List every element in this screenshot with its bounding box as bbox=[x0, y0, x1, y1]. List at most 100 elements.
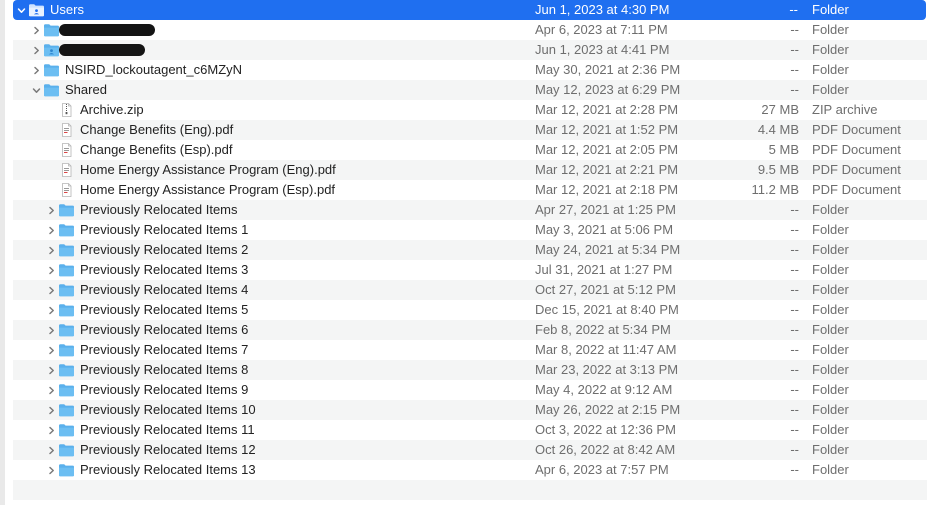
folder-icon bbox=[58, 323, 75, 337]
item-kind: Folder bbox=[812, 202, 849, 217]
item-name: Previously Relocated Items 2 bbox=[80, 242, 249, 257]
disclosure-closed-icon[interactable] bbox=[45, 440, 57, 460]
file-row[interactable]: Home Energy Assistance Program (Esp).pdf… bbox=[13, 180, 927, 200]
zip-file-icon bbox=[58, 103, 75, 117]
folder-row[interactable]: Previously Relocated Items 12 Oct 26, 202… bbox=[13, 440, 927, 460]
disclosure-closed-icon[interactable] bbox=[30, 40, 42, 60]
folder-row[interactable]: Jun 1, 2023 at 4:41 PM -- Folder bbox=[13, 40, 927, 60]
pdf-file-icon bbox=[58, 123, 75, 137]
item-size: -- bbox=[789, 2, 798, 17]
disclosure-closed-icon[interactable] bbox=[45, 340, 57, 360]
modified-date: Jun 1, 2023 at 4:30 PM bbox=[535, 2, 670, 17]
item-kind: PDF Document bbox=[812, 142, 901, 157]
folder-row[interactable]: Previously Relocated Items 7 Mar 8, 2022 … bbox=[13, 340, 927, 360]
folder-row[interactable]: Previously Relocated Items 8 Mar 23, 2022… bbox=[13, 360, 927, 380]
folder-row[interactable]: Previously Relocated Items 2 May 24, 2021… bbox=[13, 240, 927, 260]
item-name: Shared bbox=[65, 82, 107, 97]
item-name: Previously Relocated Items 7 bbox=[80, 342, 249, 357]
item-size: 9.5 MB bbox=[757, 162, 799, 177]
folder-row[interactable]: Previously Relocated Items 3 Jul 31, 2021… bbox=[13, 260, 927, 280]
item-kind: Folder bbox=[812, 22, 849, 37]
folder-row[interactable]: Previously Relocated Items 13 Apr 6, 2023… bbox=[13, 460, 927, 480]
disclosure-closed-icon[interactable] bbox=[45, 280, 57, 300]
folder-icon bbox=[58, 403, 75, 417]
file-row[interactable]: Home Energy Assistance Program (Eng).pdf… bbox=[13, 160, 927, 180]
item-name: Home Energy Assistance Program (Esp).pdf bbox=[80, 182, 336, 197]
disclosure-closed-icon[interactable] bbox=[30, 20, 42, 40]
folder-icon bbox=[58, 423, 75, 437]
item-kind: Folder bbox=[812, 382, 849, 397]
modified-date: Mar 12, 2021 at 2:28 PM bbox=[535, 102, 679, 117]
item-name: Previously Relocated Items 4 bbox=[80, 282, 249, 297]
file-row[interactable]: Archive.zip Mar 12, 2021 at 2:28 PM 27 MB Z… bbox=[13, 100, 927, 120]
item-size: -- bbox=[790, 402, 799, 417]
sidebar-edge bbox=[0, 0, 5, 505]
modified-date: May 26, 2022 at 2:15 PM bbox=[535, 402, 681, 417]
modified-date: May 3, 2021 at 5:06 PM bbox=[535, 222, 674, 237]
modified-date: Apr 6, 2023 at 7:11 PM bbox=[535, 22, 668, 37]
item-name: Users bbox=[50, 2, 84, 17]
folder-row[interactable]: Previously Relocated Items 1 May 3, 2021 … bbox=[13, 220, 927, 240]
folder-row[interactable]: Previously Relocated Items 4 Oct 27, 2021… bbox=[13, 280, 927, 300]
folder-icon bbox=[58, 223, 75, 237]
item-kind: Folder bbox=[812, 282, 849, 297]
disclosure-closed-icon[interactable] bbox=[45, 400, 57, 420]
modified-date: Jul 31, 2021 at 1:27 PM bbox=[535, 262, 673, 277]
disclosure-open-icon[interactable] bbox=[30, 80, 42, 100]
user-folder-icon bbox=[43, 43, 60, 57]
folder-row[interactable]: Users Jun 1, 2023 at 4:30 PM -- Folder bbox=[13, 0, 926, 20]
disclosure-closed-icon[interactable] bbox=[45, 320, 57, 340]
pdf-file-icon bbox=[58, 143, 75, 157]
folder-row[interactable]: Previously Relocated Items 6 Feb 8, 2022 … bbox=[13, 320, 927, 340]
folder-row[interactable]: Previously Relocated Items 5 Dec 15, 2021… bbox=[13, 300, 927, 320]
item-size: -- bbox=[790, 462, 799, 477]
item-kind: Folder bbox=[812, 322, 849, 337]
modified-date: May 4, 2022 at 9:12 AM bbox=[535, 382, 673, 397]
file-list[interactable]: Users Jun 1, 2023 at 4:30 PM -- Folder Apr 6… bbox=[13, 0, 927, 500]
item-kind: ZIP archive bbox=[812, 102, 878, 117]
file-row[interactable]: Change Benefits (Esp).pdf Mar 12, 2021 at… bbox=[13, 140, 927, 160]
pdf-file-icon bbox=[58, 163, 75, 177]
folder-row[interactable]: Apr 6, 2023 at 7:11 PM -- Folder bbox=[13, 20, 927, 40]
folder-icon bbox=[43, 83, 60, 97]
item-size: -- bbox=[790, 82, 799, 97]
item-size: 27 MB bbox=[761, 102, 799, 117]
item-kind: Folder bbox=[812, 242, 849, 257]
disclosure-closed-icon[interactable] bbox=[45, 420, 57, 440]
folder-row[interactable]: Shared May 12, 2023 at 6:29 PM -- Folder bbox=[13, 80, 927, 100]
disclosure-closed-icon[interactable] bbox=[45, 460, 57, 480]
modified-date: Jun 1, 2023 at 4:41 PM bbox=[535, 42, 670, 57]
item-name: Change Benefits (Esp).pdf bbox=[80, 142, 233, 157]
disclosure-closed-icon[interactable] bbox=[45, 220, 57, 240]
item-size: 4.4 MB bbox=[757, 122, 799, 137]
modified-date: Oct 27, 2021 at 5:12 PM bbox=[535, 282, 676, 297]
file-row[interactable]: Change Benefits (Eng).pdf Mar 12, 2021 at… bbox=[13, 120, 927, 140]
disclosure-closed-icon[interactable] bbox=[45, 300, 57, 320]
folder-icon bbox=[43, 63, 60, 77]
disclosure-closed-icon[interactable] bbox=[45, 260, 57, 280]
folder-row[interactable]: NSIRD_lockoutagent_c6MZyN May 30, 2021 at… bbox=[13, 60, 927, 80]
folder-row[interactable]: Previously Relocated Items 9 May 4, 2022 … bbox=[13, 380, 927, 400]
disclosure-closed-icon[interactable] bbox=[45, 240, 57, 260]
modified-date: May 30, 2021 at 2:36 PM bbox=[535, 62, 681, 77]
folder-row[interactable]: Previously Relocated Items Apr 27, 2021 a… bbox=[13, 200, 927, 220]
disclosure-closed-icon[interactable] bbox=[45, 200, 57, 220]
modified-date: Oct 26, 2022 at 8:42 AM bbox=[535, 442, 676, 457]
folder-row[interactable]: Previously Relocated Items 11 Oct 3, 2022… bbox=[13, 420, 927, 440]
disclosure-closed-icon[interactable] bbox=[30, 60, 42, 80]
item-size: -- bbox=[790, 282, 799, 297]
modified-date: May 24, 2021 at 5:34 PM bbox=[535, 242, 681, 257]
item-name: Previously Relocated Items 6 bbox=[80, 322, 249, 337]
item-size: -- bbox=[790, 442, 799, 457]
item-kind: Folder bbox=[812, 422, 849, 437]
disclosure-closed-icon[interactable] bbox=[45, 380, 57, 400]
user-folder-icon bbox=[28, 3, 45, 17]
item-size: -- bbox=[790, 382, 799, 397]
disclosure-open-icon[interactable] bbox=[15, 0, 27, 20]
disclosure-closed-icon[interactable] bbox=[45, 360, 57, 380]
folder-row[interactable]: Previously Relocated Items 10 May 26, 202… bbox=[13, 400, 927, 420]
modified-date: Dec 15, 2021 at 8:40 PM bbox=[535, 302, 679, 317]
item-size: 5 MB bbox=[768, 142, 799, 157]
item-kind: PDF Document bbox=[812, 182, 901, 197]
item-name: Previously Relocated Items 1 bbox=[80, 222, 249, 237]
